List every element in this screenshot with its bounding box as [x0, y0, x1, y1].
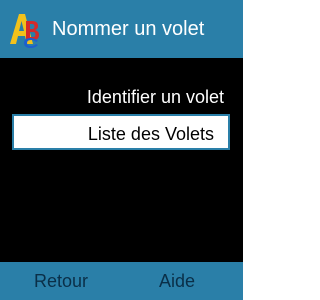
- phone-screen: Nommer un volet Identifier un volet List…: [0, 0, 243, 300]
- title-bar: Nommer un volet: [0, 0, 243, 58]
- help-softkey[interactable]: Aide: [159, 262, 195, 300]
- softkey-bar: Retour Aide: [0, 262, 243, 300]
- back-softkey[interactable]: Retour: [34, 262, 88, 300]
- window-title: Nommer un volet: [52, 18, 205, 40]
- menu-item-identifier-volet[interactable]: Identifier un volet: [12, 79, 230, 115]
- menu-item-liste-volets[interactable]: Liste des Volets: [12, 114, 230, 150]
- abc-app-icon: [10, 14, 39, 48]
